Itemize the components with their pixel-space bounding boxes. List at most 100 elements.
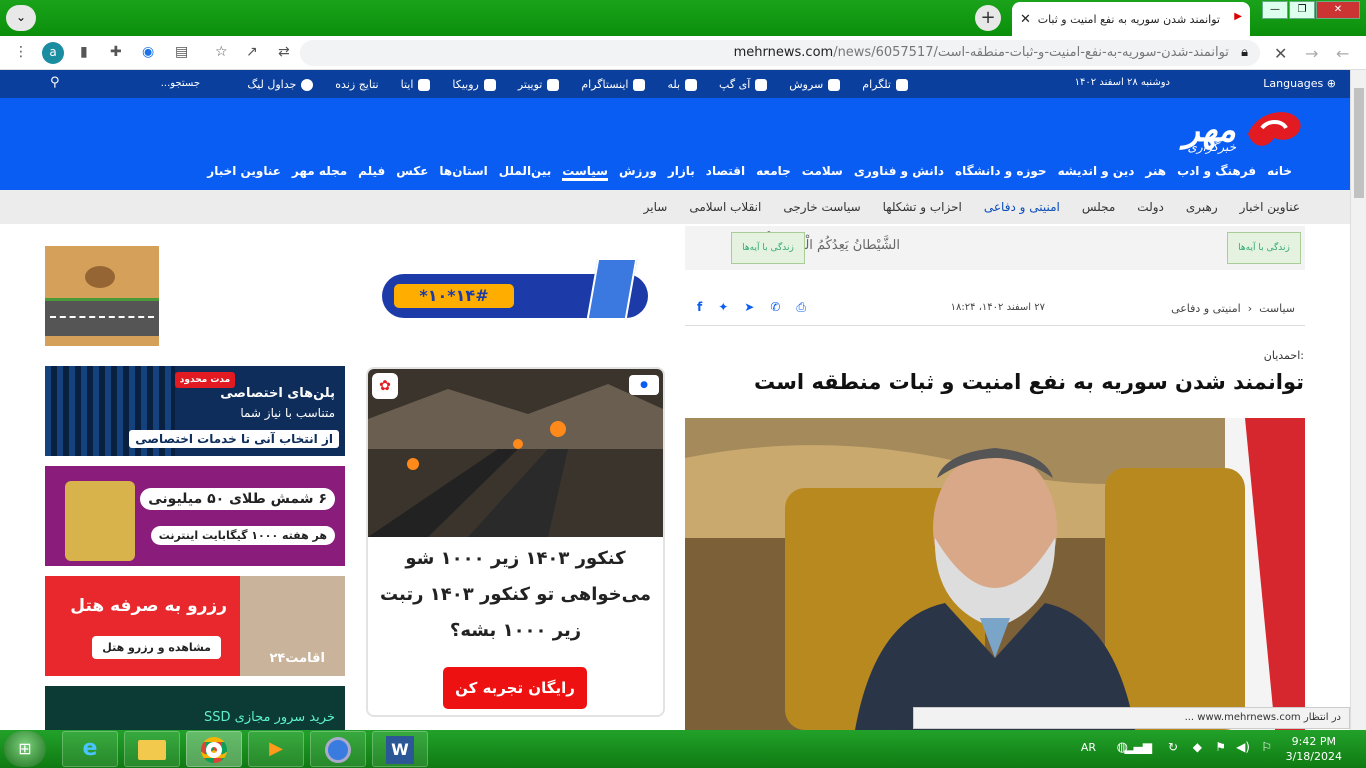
subnav-government[interactable]: دولت	[1137, 200, 1164, 214]
tab-search-button[interactable]: ⌄	[6, 5, 36, 31]
search-icon[interactable]: ⚲	[50, 75, 60, 90]
nav-politics[interactable]: سیاست	[562, 164, 608, 181]
extension-icon[interactable]: ◉	[142, 44, 154, 60]
subnav-security[interactable]: امنیتی و دفاعی	[984, 200, 1060, 214]
taskbar-explorer[interactable]	[124, 731, 180, 767]
promo-line1: کنکور ۱۴۰۳ زیر ۱۰۰۰ شو	[405, 548, 626, 569]
social-igap[interactable]: آی گپ	[719, 78, 768, 91]
hotel-cta[interactable]: مشاهده و رزرو هتل	[92, 636, 221, 659]
nav-sports[interactable]: ورزش	[619, 164, 657, 181]
bookmark-star-icon[interactable]: ☆	[215, 44, 228, 60]
social-bale[interactable]: بله	[667, 78, 698, 91]
signal-icon[interactable]: ▂▄▆	[1124, 740, 1152, 754]
nav-university[interactable]: حوزه و دانشگاه	[955, 164, 1047, 181]
road-ad[interactable]	[45, 246, 159, 346]
free-trial-button[interactable]: رایگان تجربه کن	[443, 667, 587, 709]
extensions-icon[interactable]: ✚	[110, 44, 122, 60]
social-twitter[interactable]: توییتر	[518, 78, 560, 91]
league-tables-link[interactable]: جداول لیگ	[247, 78, 314, 91]
sidepanel-icon[interactable]: ▮	[80, 44, 88, 60]
taskbar-ie[interactable]: e	[62, 731, 118, 767]
ussd-ad[interactable]: *۱۰*۱۴#	[382, 258, 650, 320]
nav-magazine[interactable]: مجله مهر	[292, 164, 347, 181]
print-icon[interactable]: ⎙	[796, 300, 806, 315]
social-telegram[interactable]: تلگرام	[862, 78, 908, 91]
subnav-foreign-policy[interactable]: سیاست خارجی	[783, 200, 860, 214]
hotel-ad[interactable]: رزرو به صرفه هتل مشاهده و رزرو هتل اقامت…	[45, 576, 345, 676]
taskbar-word[interactable]: W	[372, 731, 428, 767]
facebook-icon[interactable]: f	[697, 300, 702, 315]
subnav-parliament[interactable]: مجلس	[1082, 200, 1115, 214]
social-eitaa[interactable]: ایتا	[401, 78, 431, 91]
nav-science[interactable]: دانش و فناوری	[854, 164, 944, 181]
sync-icon[interactable]: ↻	[1168, 740, 1178, 754]
gold-ad[interactable]: ۶ شمش طلای ۵۰ میلیونی هر هفته ۱۰۰۰ گیگاب…	[45, 466, 345, 566]
lock-icon[interactable]: 🔒︎	[1241, 45, 1248, 60]
taskbar-media-player[interactable]: ▶	[248, 731, 304, 767]
browser-tab[interactable]: ▶ توانمند شدن سوریه به نفع امنیت و ثبات …	[1012, 2, 1250, 36]
hosting-ad[interactable]: مدت محدود پلن‌های اختصاصی متناسب با نیاز…	[45, 366, 345, 456]
subnav-other[interactable]: سایر	[644, 200, 668, 214]
stop-icon[interactable]: ✕	[1274, 44, 1287, 63]
nav-video[interactable]: فیلم	[358, 164, 385, 181]
breadcrumb-politics[interactable]: سیاست	[1259, 302, 1295, 315]
start-button[interactable]: ⊞	[4, 731, 46, 767]
nav-art[interactable]: هنر	[1145, 164, 1166, 181]
twitter-icon[interactable]: ✦	[718, 300, 728, 315]
language-indicator[interactable]: AR	[1081, 741, 1096, 754]
nav-provinces[interactable]: استان‌ها	[439, 164, 487, 181]
nav-market[interactable]: بازار	[668, 164, 695, 181]
minimize-button[interactable]: —	[1262, 1, 1288, 19]
nav-economy[interactable]: اقتصاد	[706, 164, 745, 181]
nav-religion[interactable]: دین و اندیشه	[1058, 164, 1135, 181]
breadcrumb-security[interactable]: امنیتی و دفاعی	[1171, 302, 1241, 315]
security-icon[interactable]: ⚑	[1215, 740, 1226, 754]
close-window-button[interactable]: ✕	[1316, 1, 1360, 19]
taskbar-chrome-2[interactable]	[310, 731, 366, 767]
whatsapp-icon[interactable]: ✆	[770, 300, 780, 315]
social-soroush[interactable]: سروش	[789, 78, 841, 91]
clock[interactable]: 9:42 PM 3/18/2024	[1286, 734, 1342, 764]
nav-home[interactable]: خانه	[1267, 164, 1292, 181]
site-search-input[interactable]: جستجو...	[110, 75, 200, 93]
subnav-headlines[interactable]: عناوین اخبار	[1240, 200, 1300, 214]
page-scrollbar[interactable]	[1350, 70, 1366, 730]
share-icon[interactable]: ↗	[246, 44, 258, 60]
close-tab-icon[interactable]: ✕	[1020, 12, 1031, 27]
volume-icon[interactable]: ◀)	[1236, 740, 1250, 754]
live-results-link[interactable]: نتایج زنده	[335, 78, 378, 91]
subnav-leadership[interactable]: رهبری	[1186, 200, 1218, 214]
promo-line3: زیر ۱۰۰۰ بشه؟	[449, 620, 582, 641]
profile-avatar[interactable]: a	[42, 42, 64, 64]
maximize-button[interactable]: ❐	[1289, 1, 1315, 19]
forward-icon[interactable]: →	[1305, 44, 1318, 63]
languages-link[interactable]: ⊕ Languages	[1263, 77, 1336, 90]
flag-icon[interactable]: ⚐	[1261, 740, 1272, 754]
subnav-parties[interactable]: احزاب و تشکلها	[883, 200, 962, 214]
nav-health[interactable]: سلامت	[802, 164, 843, 181]
nav-society[interactable]: جامعه	[756, 164, 791, 181]
social-instagram[interactable]: اینستاگرام	[581, 78, 646, 91]
mehr-logo[interactable]: مهر خبرگزاری	[1078, 104, 1308, 160]
taskbar-chrome[interactable]	[186, 731, 242, 767]
nav-international[interactable]: بین‌الملل	[499, 164, 551, 181]
telegram-icon[interactable]: ➤	[744, 300, 754, 315]
menu-icon[interactable]: ⋮	[14, 44, 28, 60]
ssd-ad[interactable]: خرید سرور مجازی SSD	[45, 686, 345, 730]
back-icon[interactable]: ←	[1336, 44, 1349, 63]
app-tray-icon[interactable]: ◆	[1193, 740, 1202, 754]
scrollbar-thumb[interactable]	[1354, 88, 1364, 198]
konkur-promo-card[interactable]: ✿ ● کنکور ۱۴۰۳ زیر ۱۰۰۰ شو می‌خواهی تو ک…	[366, 367, 665, 717]
nav-culture[interactable]: فرهنگ و ادب	[1177, 164, 1256, 181]
address-input[interactable]: mehrnews.com/news/6057517/توانمند-شدن-سو…	[300, 40, 1260, 66]
nav-headlines[interactable]: عناوین اخبار	[207, 164, 281, 181]
nav-photo[interactable]: عکس	[396, 164, 428, 181]
quote-banner[interactable]: زندگی با آیه‌ها الشَّيْطانُ يَعِدُكُمُ ا…	[685, 226, 1305, 270]
social-rubika[interactable]: روبیکا	[452, 78, 496, 91]
reader-icon[interactable]: ▤	[175, 44, 188, 60]
subnav-revolution[interactable]: انقلاب اسلامی	[689, 200, 761, 214]
article-date: ۲۷ اسفند ۱۴۰۲، ۱۸:۲۴	[950, 302, 1045, 313]
new-tab-button[interactable]: +	[975, 5, 1001, 31]
tab-title: توانمند شدن سوریه به نفع امنیت و ثبات من…	[1034, 12, 1220, 26]
translate-icon[interactable]: ⇄	[278, 44, 290, 60]
